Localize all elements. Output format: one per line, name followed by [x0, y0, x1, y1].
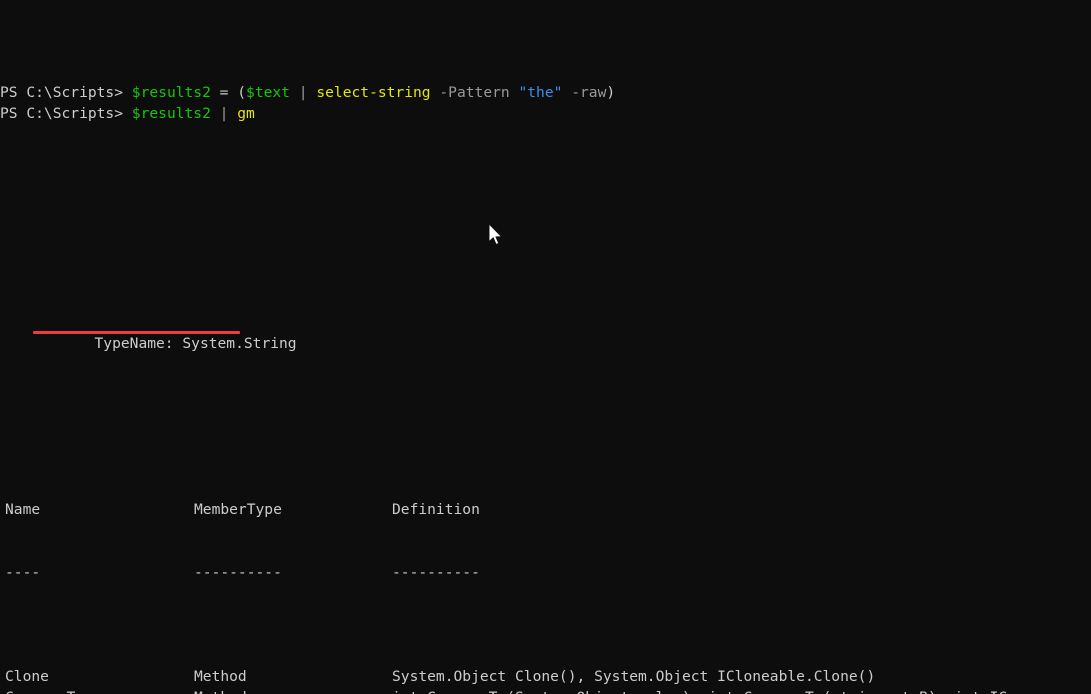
column-header-membertype: MemberType	[194, 500, 282, 521]
rule-membertype: ----------	[194, 563, 282, 584]
rule-name: ----	[5, 563, 40, 584]
cell-definition: System.Object Clone(), System.Object ICl…	[392, 667, 1091, 688]
token: PS C:\Scripts>	[0, 105, 132, 122]
table-header-row: Name MemberType Definition	[0, 500, 1091, 521]
powershell-terminal[interactable]: PS C:\Scripts> $results2 = ($text | sele…	[0, 0, 1091, 694]
red-underline-annotation	[33, 331, 240, 334]
token	[290, 84, 299, 101]
rule-definition: ----------	[392, 563, 1091, 584]
command-line-1: PS C:\Scripts> $results2 = ($text | sele…	[0, 83, 1091, 104]
token: select-string	[316, 84, 430, 101]
spacer	[0, 396, 1091, 417]
token: $text	[246, 84, 290, 101]
token: $results2	[132, 105, 211, 122]
cell-membertype: Method	[194, 688, 247, 694]
token: |	[299, 84, 308, 101]
command-history: PS C:\Scripts> $results2 = ($text | sele…	[0, 83, 1091, 125]
token	[228, 105, 237, 122]
token: =	[211, 84, 237, 101]
token: gm	[237, 105, 255, 122]
token: -Pattern	[439, 84, 509, 101]
cell-name: Clone	[5, 667, 49, 688]
token: (	[237, 84, 246, 101]
cell-name: CompareTo	[5, 688, 84, 694]
column-header-name: Name	[5, 500, 40, 521]
table-row: Clone Method System.Object Clone(), System…	[0, 667, 1091, 688]
token: $results2	[132, 84, 211, 101]
cell-definition: int CompareTo(System.Object value), int …	[392, 688, 1091, 694]
token: -raw	[571, 84, 606, 101]
command-line-2: PS C:\Scripts> $results2 | gm	[0, 104, 1091, 125]
member-table-body: Clone Method System.Object Clone(), System…	[0, 667, 1091, 694]
table-header-rule: ---- ---------- ----------	[0, 563, 1091, 584]
token: PS C:\Scripts>	[0, 84, 132, 101]
cell-membertype: Method	[194, 667, 247, 688]
token: )	[606, 84, 615, 101]
typename-label: TypeName: System.String	[35, 335, 296, 352]
column-header-definition: Definition	[392, 500, 1091, 521]
spacer	[0, 208, 1091, 229]
typename-row: TypeName: System.String	[0, 313, 1091, 334]
token: "the"	[518, 84, 562, 101]
token	[562, 84, 571, 101]
token	[211, 105, 220, 122]
table-row: CompareTo Method int CompareTo(System.Obje…	[0, 688, 1091, 694]
